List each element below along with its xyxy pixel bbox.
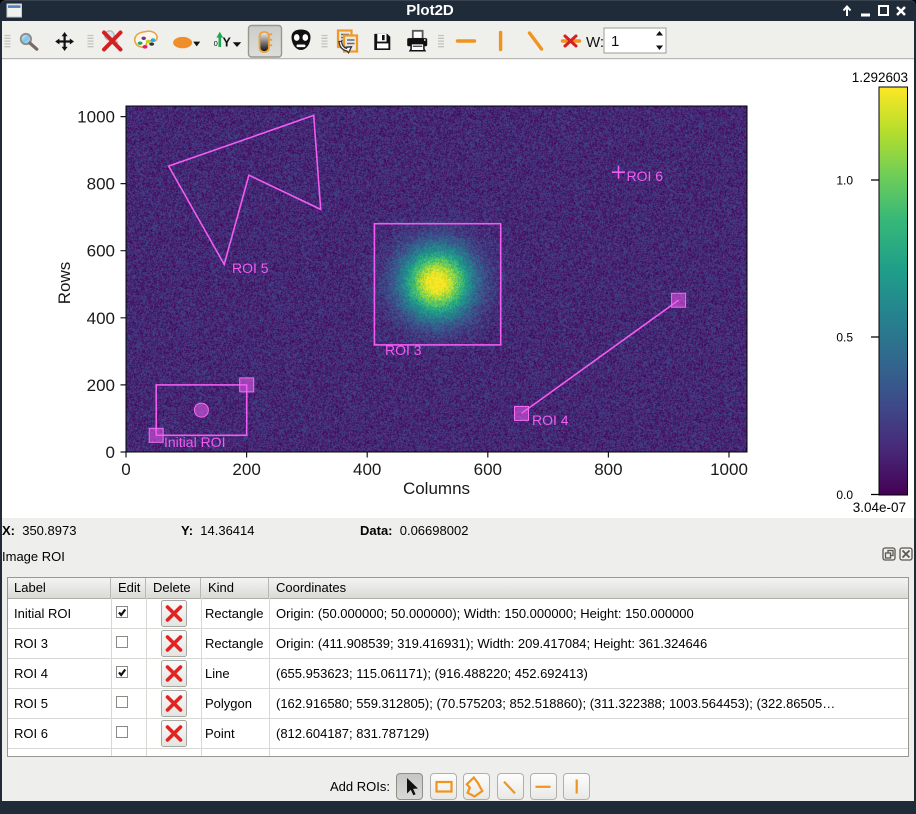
svg-text:ROI 3: ROI 3 [385,342,422,358]
svg-text:0.0: 0.0 [836,488,853,502]
svg-text:400: 400 [87,309,115,328]
svg-text:1: 1 [611,33,619,50]
svg-text:0: 0 [121,460,130,479]
svg-text:Y: Y [223,36,232,50]
svg-text:1.292603: 1.292603 [852,70,908,85]
svg-text:200: 200 [87,376,115,395]
svg-text:Columns: Columns [403,479,470,498]
svg-text:Rows: Rows [55,262,74,305]
svg-text:ROI 6: ROI 6 [627,168,664,184]
svg-text:1.0: 1.0 [836,174,853,188]
svg-text:1000: 1000 [77,108,115,127]
svg-text:600: 600 [87,242,115,261]
svg-text:0: 0 [214,39,218,48]
svg-text:Initial ROI: Initial ROI [164,434,225,450]
svg-text:800: 800 [87,175,115,194]
svg-text:3.04e-07: 3.04e-07 [853,500,906,515]
svg-text:1000: 1000 [710,460,748,479]
svg-text:ROI 5: ROI 5 [232,260,269,276]
svg-text:0.5: 0.5 [836,331,853,345]
svg-text:0: 0 [106,443,115,462]
svg-text:200: 200 [232,460,260,479]
svg-text:600: 600 [474,460,502,479]
svg-text:W:: W: [586,34,604,51]
svg-text:ROI 4: ROI 4 [532,412,569,428]
svg-text:800: 800 [594,460,622,479]
svg-text:400: 400 [353,460,381,479]
